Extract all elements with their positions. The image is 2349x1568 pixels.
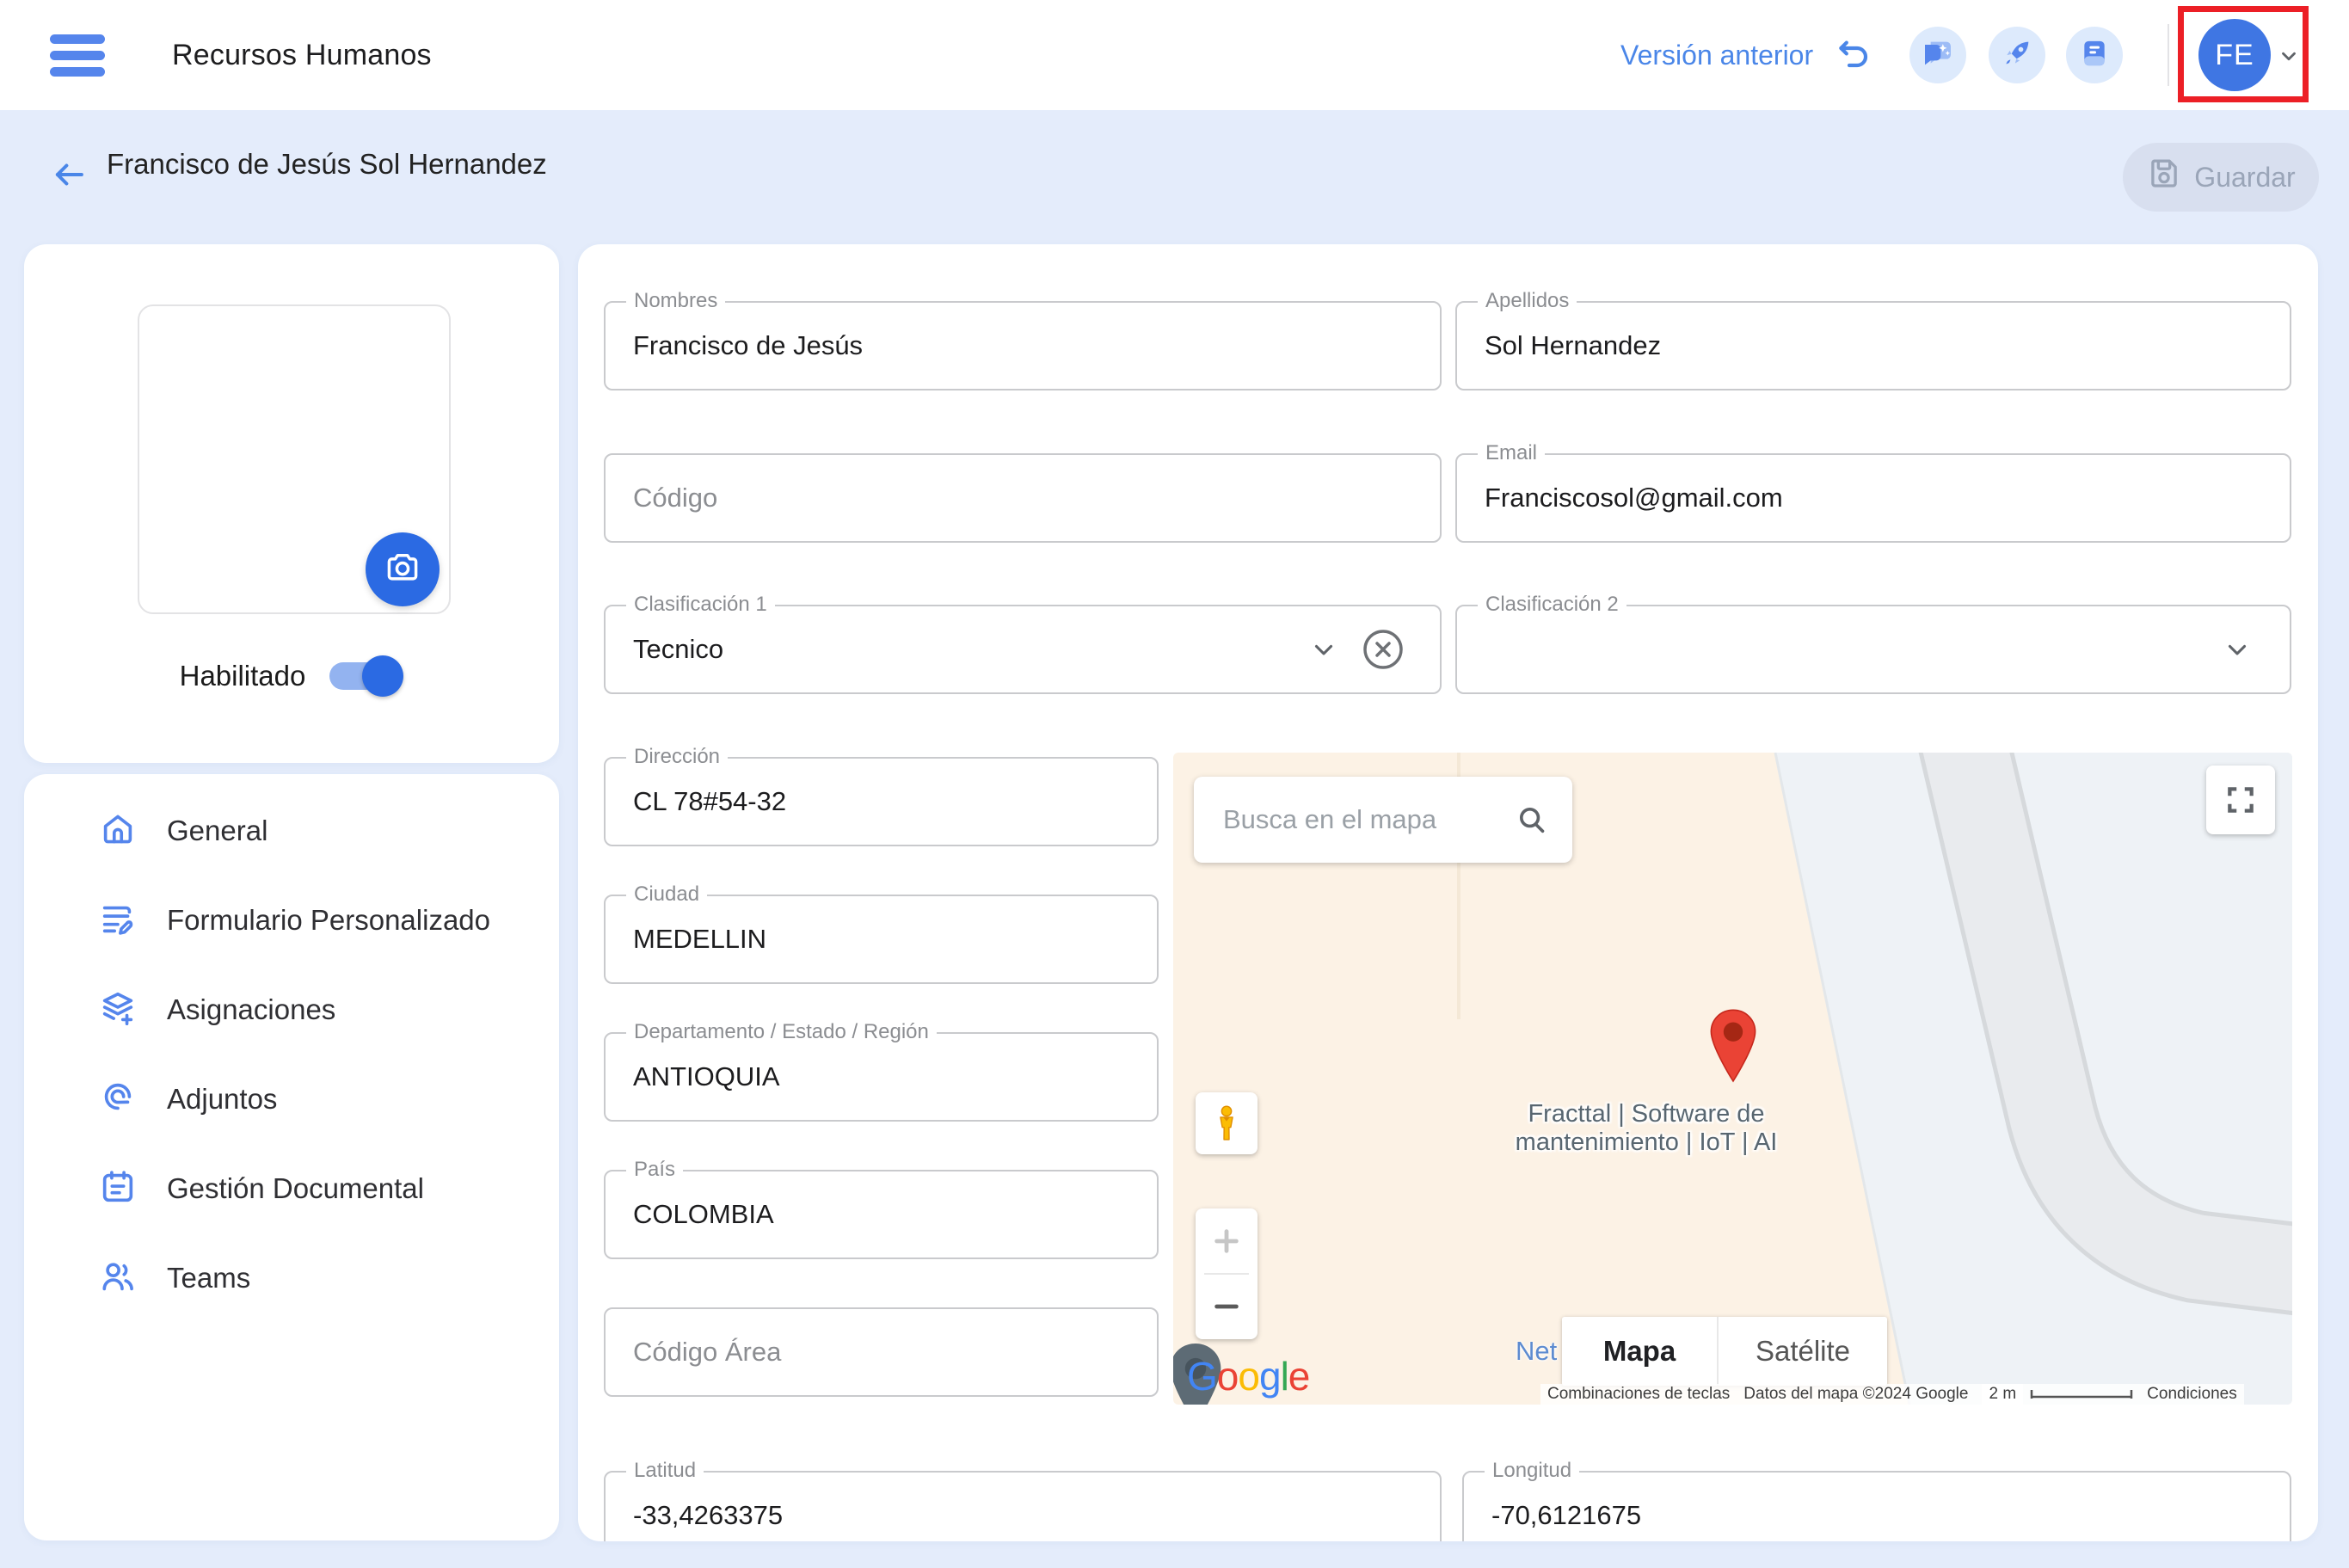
home-icon [98,809,138,853]
pais-label: País [626,1158,683,1182]
email-field[interactable]: Email Franciscosol@gmail.com [1455,453,2291,543]
email-label: Email [1478,441,1545,465]
sidebar-item-formulario-personalizado[interactable]: Formulario Personalizado [24,876,559,965]
notes-button[interactable] [2066,27,2123,83]
map-type-map-button[interactable]: Mapa [1562,1317,1717,1386]
clasificacion1-clear-button[interactable] [1359,606,1407,692]
sidebar-item-label: Asignaciones [167,993,335,1026]
section-menu-card: General Formulario Personalizado [24,774,559,1540]
launcher-button[interactable] [1989,27,2045,83]
sidebar-item-gestion-documental[interactable]: Gestión Documental [24,1144,559,1233]
map-data-attribution: Datos del mapa ©2024 Google [1737,1384,1975,1405]
nombres-label: Nombres [626,289,725,313]
sidebar-item-label: Gestión Documental [167,1172,424,1205]
nombres-field[interactable]: Nombres Francisco de Jesús [604,301,1442,390]
app-title: Recursos Humanos [172,0,432,110]
profile-photo-card: Habilitado [24,244,559,763]
people-icon [98,1257,138,1301]
clasificacion2-chevron-down-icon[interactable] [2223,606,2252,692]
avatar-chevron-down-icon[interactable] [2278,45,2300,71]
sidebar-item-asignaciones[interactable]: Asignaciones [24,965,559,1055]
clasificacion1-select[interactable]: Clasificación 1 Tecnico [604,605,1442,694]
clasificacion2-select[interactable]: Clasificación 2 [1455,605,2291,694]
page: Recursos Humanos Versión anterior [0,0,2349,1568]
departamento-field[interactable]: Departamento / Estado / Región ANTIOQUIA [604,1032,1159,1122]
map-zoom-control [1196,1208,1258,1339]
map-search-box[interactable]: Busca en el mapa [1194,777,1572,863]
map-fullscreen-button[interactable] [2206,766,2275,834]
save-icon [2146,156,2182,199]
user-avatar[interactable]: FE [2198,19,2271,91]
search-icon[interactable] [1516,803,1572,836]
ai-chat-button[interactable] [1909,27,1966,83]
sidebar-item-label: General [167,815,267,847]
hamburger-menu-icon[interactable] [50,34,105,76]
document-card-icon [98,1167,138,1211]
topbar-divider [2168,24,2169,86]
map-marker-label: Fracttal | Software de mantenimiento | I… [1500,1100,1792,1157]
ciudad-label: Ciudad [626,882,707,907]
notes-icon [2077,36,2112,75]
sidebar-item-general[interactable]: General [24,786,559,876]
breadcrumb-person-name: Francisco de Jesús Sol Hernandez [107,148,547,181]
minus-icon [1212,1292,1241,1321]
map-place-label-partial: Net [1516,1336,1557,1367]
sidebar-item-label: Adjuntos [167,1083,277,1116]
clasificacion1-label: Clasificación 1 [626,593,775,617]
custom-form-icon [98,899,138,943]
map-scale: 2 m [1975,1384,2140,1405]
map-type-satellite-button[interactable]: Satélite [1719,1317,1887,1386]
map-search-input[interactable]: Busca en el mapa [1194,804,1516,835]
terms-link[interactable]: Condiciones [2140,1384,2244,1405]
ai-chat-icon [1921,36,1955,75]
clasificacion1-chevron-down-icon[interactable] [1309,606,1338,692]
google-map[interactable]: Fracttal | Software de mantenimiento | I… [1173,753,2292,1405]
direccion-field[interactable]: Dirección CL 78#54-32 [604,757,1159,846]
upload-photo-button[interactable] [366,532,440,606]
fullscreen-icon [2224,784,2257,816]
save-label: Guardar [2194,162,2295,194]
latitud-field[interactable]: Latitud -33,4263375 [604,1471,1442,1541]
layers-plus-icon [98,988,138,1032]
previous-version-link[interactable]: Versión anterior [1620,0,1813,110]
pegman-icon [1209,1104,1244,1142]
rocket-icon [2000,36,2034,75]
enabled-toggle[interactable] [329,655,403,697]
codigo-field[interactable]: Código [604,453,1442,543]
ciudad-field[interactable]: Ciudad MEDELLIN [604,895,1159,984]
back-button[interactable] [48,157,89,197]
direccion-label: Dirección [626,745,728,769]
camera-icon [384,549,421,591]
latitud-label: Latitud [626,1459,704,1483]
scale-bar-icon [2030,1387,2133,1401]
longitud-field[interactable]: Longitud -70,6121675 [1462,1471,2291,1541]
undo-icon[interactable] [1830,34,1872,80]
clasificacion2-label: Clasificación 2 [1478,593,1626,617]
zoom-out-button[interactable] [1196,1275,1258,1337]
longitud-label: Longitud [1485,1459,1579,1483]
street-view-pegman-button[interactable] [1196,1092,1258,1154]
sidebar-item-label: Teams [167,1262,250,1294]
map-type-control: Mapa Satélite [1562,1317,1887,1386]
zoom-in-button[interactable] [1196,1208,1258,1273]
apellidos-label: Apellidos [1478,289,1577,313]
departamento-label: Departamento / Estado / Región [626,1020,937,1044]
paperclip-icon [98,1078,138,1122]
codigo-area-field[interactable]: Código Área [604,1307,1159,1397]
pais-field[interactable]: País COLOMBIA [604,1170,1159,1259]
main-form-card: Nombres Francisco de Jesús Apellidos Sol… [578,244,2318,1541]
sidebar-item-teams[interactable]: Teams [24,1233,559,1323]
map-marker-icon[interactable] [1706,1007,1761,1091]
map-attribution-bar: Combinaciones de teclas Datos del mapa ©… [1173,1384,2292,1405]
top-bar: Recursos Humanos Versión anterior [0,0,2349,110]
keyboard-shortcuts-link[interactable]: Combinaciones de teclas [1540,1384,1737,1405]
sidebar-item-adjuntos[interactable]: Adjuntos [24,1055,559,1144]
plus-icon [1212,1227,1241,1256]
apellidos-field[interactable]: Apellidos Sol Hernandez [1455,301,2291,390]
enabled-label: Habilitado [180,660,306,692]
save-button[interactable]: Guardar [2123,143,2319,212]
sidebar-item-label: Formulario Personalizado [167,904,490,937]
